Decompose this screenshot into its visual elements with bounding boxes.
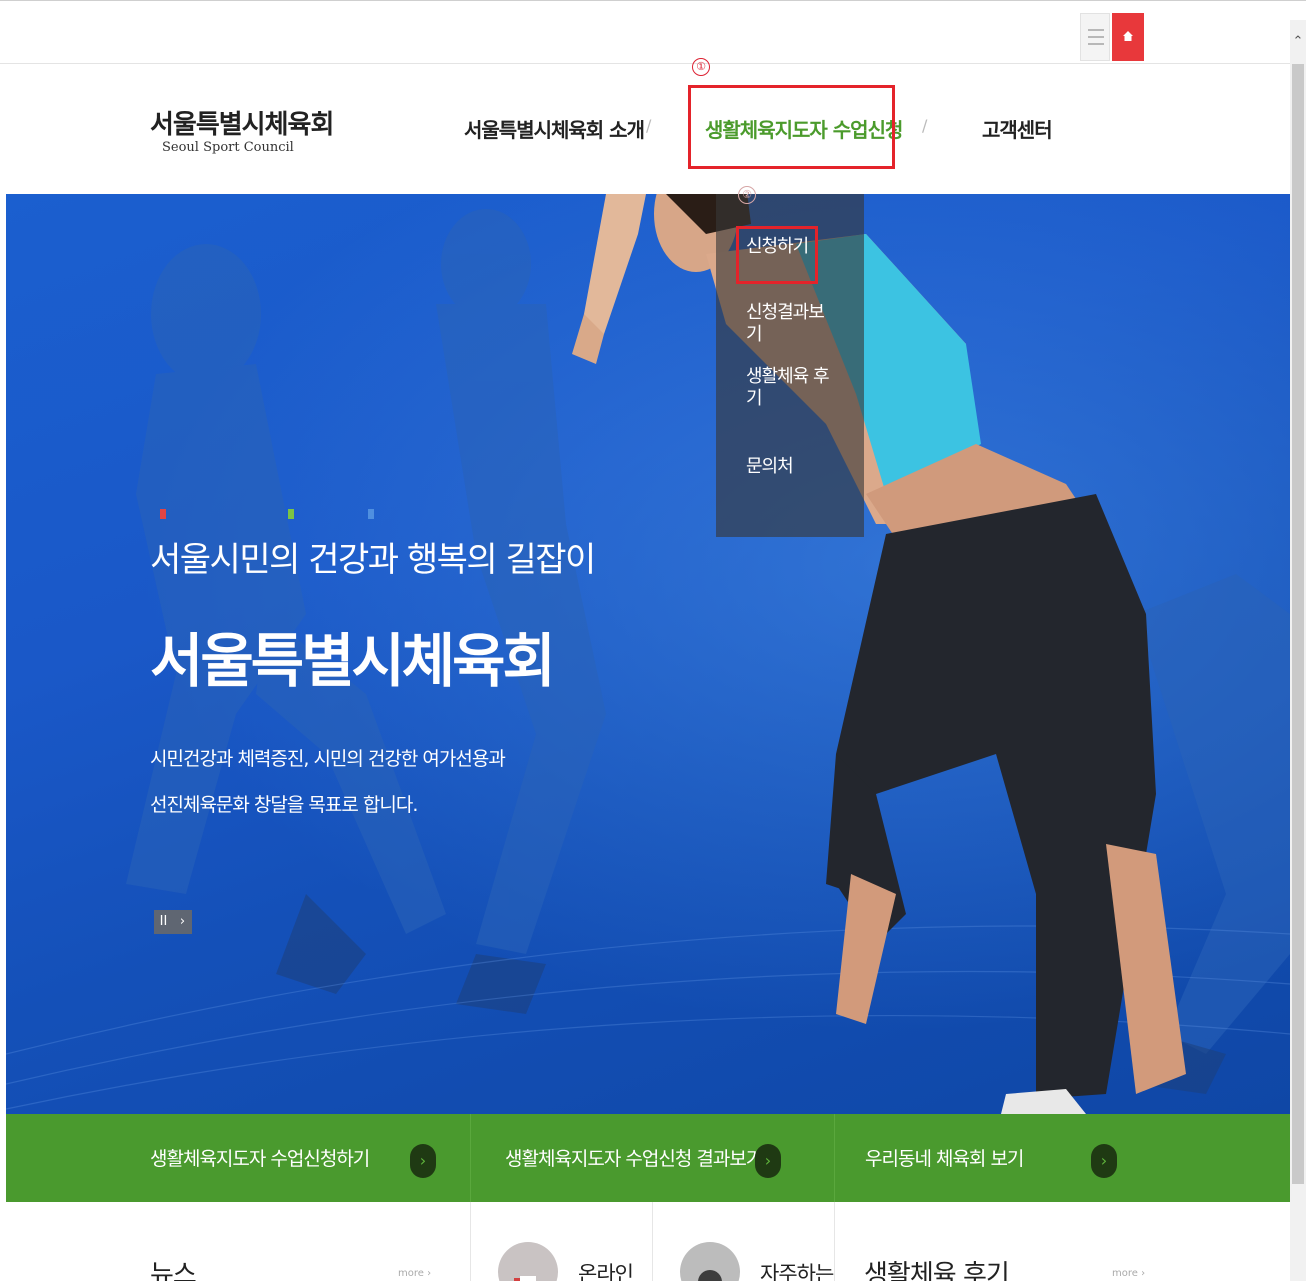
arrow-right-icon[interactable]: › [1091,1144,1117,1178]
home-button[interactable] [1112,13,1144,61]
reviews-section-title: 생활체육 후기 [864,1260,1010,1281]
hero-description-line: 선진체육문화 창달을 목표로 합니다. [150,794,418,816]
arrow-right-icon[interactable]: › [755,1144,781,1178]
slide-indicator-dot[interactable] [288,509,294,519]
hero-title: 서울특별시체육회 [150,627,556,695]
quick-link-label[interactable]: 우리동네 체육회 보기 [865,1144,1024,1171]
site-logo-english[interactable]: Seoul Sport Council [162,140,294,155]
reviews-more-link[interactable]: more › [1112,1268,1145,1279]
top-utility-bar [0,0,1306,64]
nav-item-customer-center[interactable]: 고객센터 [982,114,1053,143]
divider [470,1202,471,1281]
site-header: 서울특별시체육회 Seoul Sport Council 서울특별시체육회 소개… [0,58,1290,194]
hamburger-icon [1088,29,1104,31]
hamburger-menu-button[interactable] [1080,13,1110,61]
quick-link-apply[interactable]: 생활체육지도자 수업신청하기 › [6,1114,470,1202]
news-more-link[interactable]: more › [398,1268,431,1279]
divider [834,1202,835,1281]
scroll-up-icon[interactable]: ⌃ [1290,32,1306,52]
quick-link-label[interactable]: 생활체육지도자 수업신청하기 [150,1144,370,1171]
page: ⌃ 서울특별시체육회 Seoul Sport Council 서울특별시체육회 … [0,0,1306,1281]
news-section-title: 뉴스 [150,1260,197,1281]
submenu-item-results[interactable]: 신청결과보기 [746,302,836,346]
submenu-item-contact[interactable]: 문의처 [746,456,836,478]
next-slide-icon[interactable]: › [173,910,192,934]
online-label[interactable]: 온라인 [578,1258,634,1281]
slide-indicator-dot[interactable] [368,509,374,519]
pause-icon[interactable]: II [154,910,173,934]
bottom-content-section: 뉴스 more › 온라인 자주하는 생활체육 후기 more › [6,1202,1290,1281]
nav-separator: / [646,116,652,135]
quick-link-bar: 생활체육지도자 수업신청하기 › 생활체육지도자 수업신청 결과보기 › 우리동… [6,1114,1290,1202]
nav-item-about[interactable]: 서울특별시체육회 소개 [464,114,645,143]
annotation-highlight-box [736,226,818,284]
hero-banner: 서울시민의 건강과 행복의 길잡이 서울특별시체육회 시민건강과 체력증진, 시… [6,194,1290,1114]
vertical-scrollbar[interactable]: ⌃ [1290,20,1306,1281]
faq-icon[interactable] [680,1242,740,1281]
arrow-right-icon[interactable]: › [410,1144,436,1178]
hero-description-line: 시민건강과 체력증진, 시민의 건강한 여가선용과 [150,748,506,770]
scrollbar-thumb[interactable] [1292,64,1304,1184]
submenu-dropdown: 신청하기 신청결과보기 생활체육 후기 문의처 ② [716,186,864,537]
home-icon [1123,31,1133,41]
hero-subtitle: 서울시민의 건강과 행복의 길잡이 [150,540,596,580]
submenu-item-reviews[interactable]: 생활체육 후기 [746,366,836,410]
site-logo[interactable]: 서울특별시체육회 [150,104,334,141]
quick-link-local-council[interactable]: 우리동네 체육회 보기 › [835,1114,1290,1202]
quick-link-results[interactable]: 생활체육지도자 수업신청 결과보기 › [471,1114,833,1202]
quick-link-label[interactable]: 생활체육지도자 수업신청 결과보기 [505,1144,763,1171]
online-icon[interactable] [498,1242,558,1281]
faq-label[interactable]: 자주하는 [760,1258,834,1281]
nav-separator: / [922,116,928,135]
annotation-number-1: ① [692,58,710,76]
slide-indicator-dot[interactable] [160,509,166,519]
divider [652,1202,653,1281]
hero-description: 시민건강과 체력증진, 시민의 건강한 여가선용과 선진체육문화 창달을 목표로… [150,736,506,828]
annotation-highlight-box [688,85,895,169]
annotation-number-2: ② [738,186,756,204]
slider-controls: II › [154,910,192,934]
